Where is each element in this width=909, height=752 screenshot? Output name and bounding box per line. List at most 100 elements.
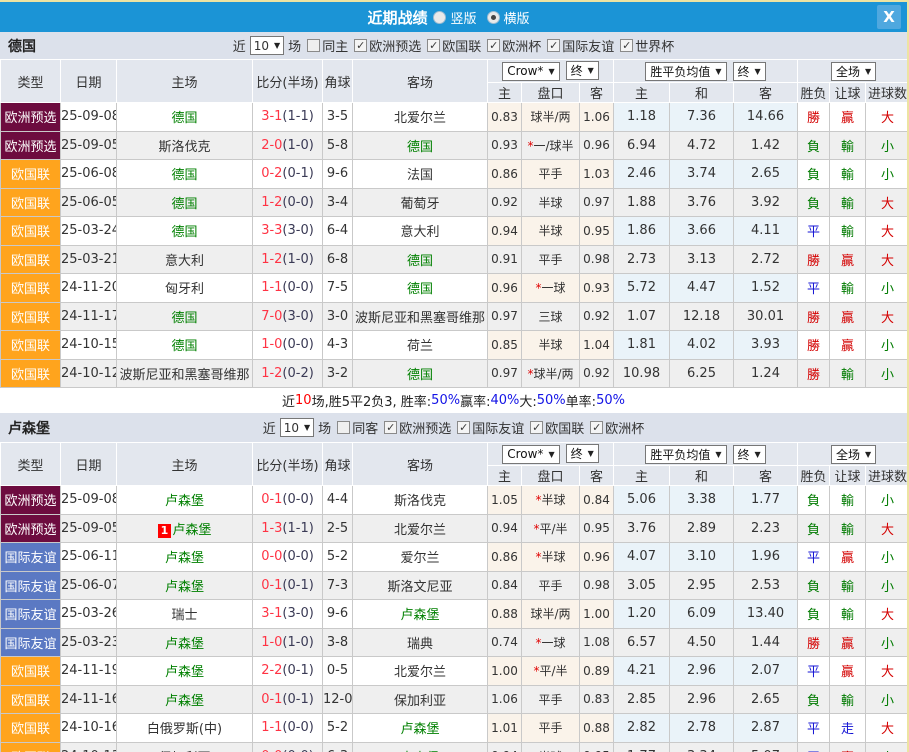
europe-home-odds: 5.72 [614, 274, 670, 303]
league-filter[interactable]: ✓欧洲预选 [354, 36, 421, 55]
away-team[interactable]: 德国 [353, 245, 488, 274]
wdl-result: 平 [798, 714, 830, 743]
home-team[interactable]: 斯洛伐克 [117, 131, 253, 160]
home-team[interactable]: 卢森堡 [117, 657, 253, 686]
europe-period-select[interactable]: 终 [733, 62, 766, 81]
away-team[interactable]: 卢森堡 [353, 600, 488, 629]
result-scope-select[interactable]: 全场 [831, 62, 876, 81]
league-filter[interactable]: ✓欧洲杯 [590, 418, 644, 437]
col-asia-handicap: 盘口 [522, 83, 580, 103]
home-team[interactable]: 瑞士 [117, 600, 253, 629]
league-filter[interactable]: ✓欧国联 [530, 418, 584, 437]
close-button[interactable]: X [877, 5, 901, 29]
asia-period-select[interactable]: 终 [566, 444, 599, 463]
home-team[interactable]: 匈牙利 [117, 274, 253, 303]
asia-source-select[interactable]: Crow* [502, 445, 559, 464]
league-filter[interactable]: ✓世界杯 [620, 36, 674, 55]
away-team[interactable]: 卢森堡 [353, 714, 488, 743]
col-corner: 角球 [323, 60, 353, 103]
home-team[interactable]: 白俄罗斯(中) [117, 714, 253, 743]
radio-icon[interactable] [487, 11, 500, 24]
checkbox-checked-icon[interactable]: ✓ [427, 39, 440, 52]
match-count-select[interactable]: 10 [280, 418, 314, 437]
away-team[interactable]: 荷兰 [353, 331, 488, 360]
away-team[interactable]: 葡萄牙 [353, 188, 488, 217]
col-europe-draw: 和 [670, 83, 734, 103]
away-team[interactable]: 卢森堡 [353, 742, 488, 752]
match-date: 24-10-13 [61, 742, 117, 752]
europe-period-select[interactable]: 终 [733, 445, 766, 464]
home-team[interactable]: 保加利亚 [117, 742, 253, 752]
home-team[interactable]: 德国 [117, 103, 253, 132]
filter-suffix-label: 场 [318, 418, 331, 437]
asia-handicap: 平手 [522, 571, 580, 600]
home-team[interactable]: 卢森堡 [117, 685, 253, 714]
match-row: 国际友谊 25-03-23 卢森堡 1-0(1-0) 3-8 瑞典 0.74 *… [1, 628, 909, 657]
away-team[interactable]: 保加利亚 [353, 685, 488, 714]
checkbox-checked-icon[interactable]: ✓ [547, 39, 560, 52]
europe-source-select[interactable]: 胜平负均值 [645, 445, 726, 464]
home-team[interactable]: 德国 [117, 160, 253, 189]
corners: 4-3 [323, 331, 353, 360]
home-team[interactable]: 波斯尼亚和黑塞哥维那 [117, 359, 253, 388]
league-filter[interactable]: ✓欧洲预选 [384, 418, 451, 437]
checkbox-checked-icon[interactable]: ✓ [620, 39, 633, 52]
checkbox-checked-icon[interactable]: ✓ [530, 421, 543, 434]
checkbox-unchecked-icon[interactable] [307, 39, 320, 52]
league-filter[interactable]: ✓国际友谊 [547, 36, 614, 55]
checkbox-checked-icon[interactable]: ✓ [457, 421, 470, 434]
away-team[interactable]: 北爱尔兰 [353, 103, 488, 132]
away-team[interactable]: 瑞典 [353, 628, 488, 657]
result-scope-controls: 全场 [798, 60, 909, 83]
away-team[interactable]: 北爱尔兰 [353, 657, 488, 686]
recent-results-dialog: 近期战绩 竖版横版 X 德国 近 10 场 同主 ✓欧洲预选✓欧国联✓欧洲杯✓国… [0, 0, 909, 752]
home-team[interactable]: 德国 [117, 188, 253, 217]
home-team[interactable]: 卢森堡 [117, 571, 253, 600]
asia-source-select[interactable]: Crow* [502, 62, 559, 81]
europe-source-select[interactable]: 胜平负均值 [645, 62, 726, 81]
same-venue-filter[interactable]: 同客 [337, 418, 378, 437]
away-team[interactable]: 波斯尼亚和黑塞哥维那 [353, 302, 488, 331]
home-team[interactable]: 1卢森堡 [117, 514, 253, 543]
score: 7-0(3-0) [253, 302, 323, 331]
league-filter[interactable]: ✓欧国联 [427, 36, 481, 55]
home-team[interactable]: 德国 [117, 217, 253, 246]
away-team[interactable]: 德国 [353, 131, 488, 160]
away-team[interactable]: 爱尔兰 [353, 543, 488, 572]
result-scope-select[interactable]: 全场 [831, 445, 876, 464]
checkbox-checked-icon[interactable]: ✓ [487, 39, 500, 52]
layout-radio-selected[interactable]: 横版 [487, 8, 530, 27]
away-team[interactable]: 北爱尔兰 [353, 514, 488, 543]
col-goals: 进球数 [866, 83, 909, 103]
away-team[interactable]: 斯洛伐克 [353, 486, 488, 515]
checkbox-checked-icon[interactable]: ✓ [384, 421, 397, 434]
home-team[interactable]: 卢森堡 [117, 486, 253, 515]
home-team[interactable]: 德国 [117, 331, 253, 360]
home-team[interactable]: 意大利 [117, 245, 253, 274]
away-team[interactable]: 斯洛文尼亚 [353, 571, 488, 600]
home-team[interactable]: 卢森堡 [117, 628, 253, 657]
match-date: 25-06-05 [61, 188, 117, 217]
radio-icon[interactable] [433, 11, 446, 24]
same-venue-filter[interactable]: 同主 [307, 36, 348, 55]
away-team[interactable]: 意大利 [353, 217, 488, 246]
home-team[interactable]: 卢森堡 [117, 543, 253, 572]
league-filter[interactable]: ✓欧洲杯 [487, 36, 541, 55]
league-type: 欧洲预选 [1, 103, 61, 132]
goals-result: 小 [866, 543, 909, 572]
away-team[interactable]: 法国 [353, 160, 488, 189]
home-team[interactable]: 德国 [117, 302, 253, 331]
asia-period-select[interactable]: 终 [566, 61, 599, 80]
league-filter[interactable]: ✓国际友谊 [457, 418, 524, 437]
checkbox-unchecked-icon[interactable] [337, 421, 350, 434]
away-team[interactable]: 德国 [353, 359, 488, 388]
europe-away-odds: 14.66 [734, 103, 798, 132]
corners: 3-0 [323, 302, 353, 331]
layout-radio-option[interactable]: 竖版 [433, 8, 476, 27]
checkbox-checked-icon[interactable]: ✓ [590, 421, 603, 434]
match-count-select[interactable]: 10 [250, 36, 284, 55]
score: 1-3(1-1) [253, 514, 323, 543]
away-team[interactable]: 德国 [353, 274, 488, 303]
checkbox-checked-icon[interactable]: ✓ [354, 39, 367, 52]
score: 3-3(3-0) [253, 217, 323, 246]
